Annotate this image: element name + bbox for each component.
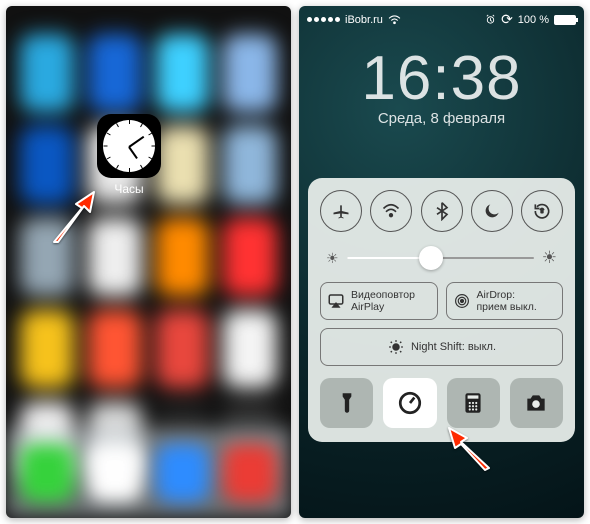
airplane-toggle[interactable] <box>320 190 362 232</box>
wifi-icon <box>388 15 401 25</box>
signal-dots-icon <box>307 17 340 22</box>
flashlight-button[interactable] <box>320 378 373 428</box>
status-bar: iBobr.ru ⟳ 100 % <box>299 6 584 33</box>
wifi-icon <box>381 201 401 221</box>
brightness-high-icon: ☀︎ <box>542 248 557 268</box>
clock-face-icon <box>103 120 155 172</box>
camera-button[interactable] <box>510 378 563 428</box>
clock-app-icon[interactable] <box>97 114 161 178</box>
night-shift-icon <box>387 338 405 356</box>
night-shift-label: Night Shift: выкл. <box>411 341 496 353</box>
battery-pct: 100 % <box>518 14 549 26</box>
timer-icon <box>397 390 423 416</box>
rotation-lock-toggle[interactable] <box>521 190 563 232</box>
brightness-low-icon: ☀︎ <box>326 250 339 267</box>
alarm-icon <box>485 14 496 25</box>
phone-home-blurred: Часы <box>6 6 291 518</box>
wifi-toggle[interactable] <box>370 190 412 232</box>
clock-app-label: Часы <box>94 182 164 196</box>
flashlight-icon <box>334 390 360 416</box>
control-center: ☀︎ ☀︎ Видеоповтор AirPlay AirDrop:прием … <box>308 178 575 442</box>
rotation-lock-icon <box>532 201 552 221</box>
brightness-slider[interactable]: ☀︎ ☀︎ <box>326 248 557 268</box>
airplay-button[interactable]: Видеоповтор AirPlay <box>320 282 438 320</box>
carrier-label: iBobr.ru <box>345 14 383 26</box>
airdrop-label: AirDrop:прием выкл. <box>477 289 537 313</box>
dnd-moon-icon <box>482 201 502 221</box>
lock-date: Среда, 8 февраля <box>299 110 584 127</box>
lock-time: 16:38 <box>299 43 584 114</box>
dnd-toggle[interactable] <box>471 190 513 232</box>
phone-lockscreen: iBobr.ru ⟳ 100 % 16:38 Среда, 8 февраля <box>299 6 584 518</box>
camera-icon <box>523 390 549 416</box>
battery-icon <box>554 15 576 25</box>
calculator-icon <box>460 390 486 416</box>
bluetooth-toggle[interactable] <box>421 190 463 232</box>
lock-clock: 16:38 Среда, 8 февраля <box>299 43 584 127</box>
calculator-button[interactable] <box>447 378 500 428</box>
timer-button[interactable] <box>383 378 436 428</box>
airplay-label: Видеоповтор AirPlay <box>351 289 431 313</box>
clock-app[interactable]: Часы <box>94 114 164 196</box>
airplane-icon <box>331 201 351 221</box>
airdrop-icon <box>453 292 471 310</box>
night-shift-button[interactable]: Night Shift: выкл. <box>320 328 563 366</box>
home-dock-blur <box>6 428 291 518</box>
airdrop-button[interactable]: AirDrop:прием выкл. <box>446 282 564 320</box>
rotation-lock-icon: ⟳ <box>501 11 513 28</box>
bluetooth-icon <box>432 201 452 221</box>
cc-toggle-row <box>320 190 563 232</box>
airplay-icon <box>327 292 345 310</box>
